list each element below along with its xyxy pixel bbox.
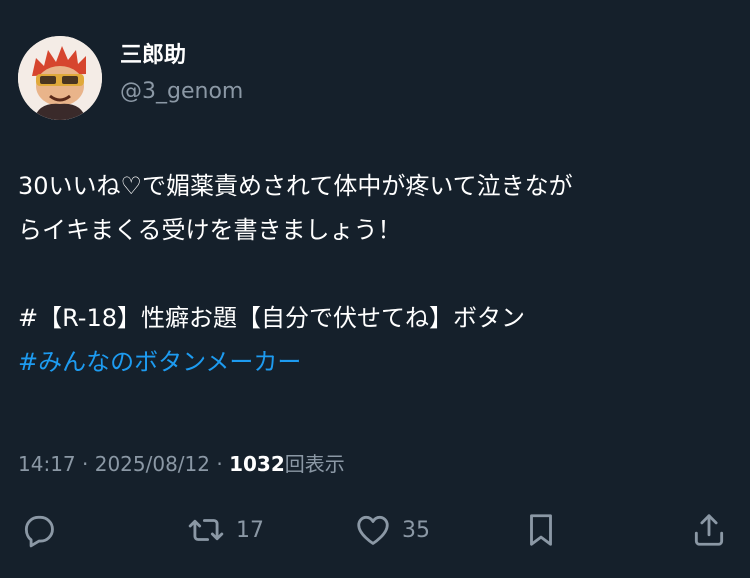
retweet-icon — [188, 519, 224, 541]
bookmark-button[interactable] — [522, 506, 560, 554]
action-bar: 17 35 — [0, 506, 750, 554]
like-count: 35 — [402, 517, 430, 543]
reply-button[interactable] — [20, 506, 58, 554]
share-button[interactable] — [690, 506, 728, 554]
tweet-time[interactable]: 14:17 — [18, 452, 76, 476]
tweet-line-2: らイキまくる受けを書きましょう！ — [18, 216, 402, 244]
tweet-line-4: #【R-18】性癖お題【自分で伏せてね】ボタン — [18, 304, 526, 332]
meta-separator-1: · — [82, 452, 89, 476]
tweet-meta: 14:17 · 2025/08/12 · 1032回表示 — [18, 450, 345, 478]
avatar-image — [18, 36, 102, 120]
user-handle[interactable]: @3_genom — [120, 78, 243, 106]
views-count: 1032 — [229, 452, 285, 476]
avatar[interactable] — [18, 36, 102, 120]
meta-separator-2: · — [216, 452, 223, 476]
reply-icon — [24, 515, 54, 548]
retweet-count: 17 — [236, 517, 264, 543]
hashtag-link[interactable]: #みんなのボタンメーカー — [18, 340, 738, 384]
tweet-line-1: 30いいね♡で媚薬責めされて体中が疼いて泣きなが — [18, 172, 573, 200]
share-icon — [694, 514, 724, 546]
tweet-text: 30いいね♡で媚薬責めされて体中が疼いて泣きなが らイキまくる受けを書きましょう… — [18, 164, 738, 384]
tweet-date[interactable]: 2025/08/12 — [95, 452, 210, 476]
retweet-button[interactable]: 17 — [186, 506, 264, 554]
bookmark-icon — [530, 514, 552, 546]
views-label: 回表示 — [284, 452, 345, 476]
heart-icon — [357, 515, 389, 545]
display-name[interactable]: 三郎助 — [120, 42, 186, 70]
like-button[interactable]: 35 — [354, 506, 430, 554]
